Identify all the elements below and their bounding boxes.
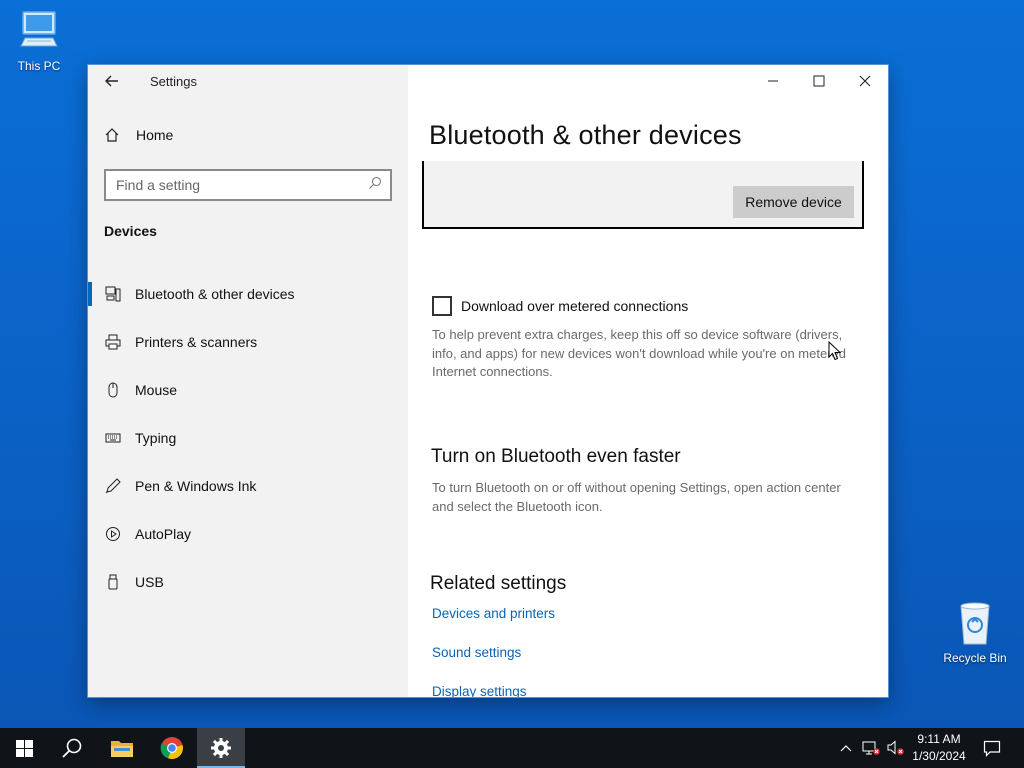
minimize-icon (768, 80, 778, 82)
folder-icon (111, 741, 133, 757)
file-explorer-button[interactable] (98, 728, 146, 768)
volume-icon (887, 740, 904, 755)
sidebar-item-label: Pen & Windows Ink (135, 478, 257, 494)
chevron-up-icon (840, 745, 852, 752)
taskbar: 9:11 AM 1/30/2024 (0, 728, 1024, 768)
desktop-icon-label: Recycle Bin (943, 651, 1007, 665)
sidebar-item-usb[interactable]: USB (88, 558, 408, 606)
maximize-button[interactable] (796, 65, 842, 97)
settings-window: Settings Home Devices Bluetooth & other … (88, 65, 888, 697)
recycle-bin-icon (940, 600, 1010, 649)
mouse-pointer-icon (828, 340, 842, 366)
close-icon (859, 75, 871, 87)
maximize-icon (813, 75, 825, 87)
windows-logo-icon (15, 739, 33, 757)
home-label: Home (136, 127, 174, 143)
gear-icon (211, 738, 231, 758)
printer-icon (104, 333, 122, 351)
section-label: Devices (104, 223, 157, 239)
sidebar-nav: Bluetooth & other devices Printers & sca… (88, 270, 408, 606)
desktop-icon-label: This PC (17, 59, 61, 73)
mouse-icon (104, 381, 122, 399)
sidebar-item-printers[interactable]: Printers & scanners (88, 318, 408, 366)
metered-checkbox[interactable] (432, 296, 452, 316)
sidebar-item-typing[interactable]: Typing (88, 414, 408, 462)
close-button[interactable] (842, 65, 888, 97)
sidebar-item-autoplay[interactable]: AutoPlay (88, 510, 408, 558)
back-arrow-icon (105, 75, 118, 87)
device-panel: Remove device (422, 161, 864, 229)
content-pane: Bluetooth & other devices Remove device … (408, 65, 888, 697)
search-icon[interactable] (368, 176, 382, 195)
sound-settings-link[interactable]: Sound settings (432, 645, 521, 660)
sidebar-item-label: USB (135, 574, 164, 590)
network-tray-button[interactable] (860, 728, 882, 768)
clock-date: 1/30/2024 (912, 749, 966, 763)
search-icon (62, 738, 82, 758)
keyboard-icon (104, 429, 122, 447)
search-box[interactable] (104, 169, 392, 201)
action-center-button[interactable] (978, 728, 1006, 768)
bluetooth-faster-description: To turn Bluetooth on or off without open… (432, 480, 841, 514)
sidebar-item-label: Mouse (135, 382, 178, 398)
sidebar-item-label: AutoPlay (135, 526, 192, 542)
start-button[interactable] (0, 728, 48, 768)
settings-taskbar-button[interactable] (197, 728, 245, 768)
chrome-icon (160, 737, 183, 760)
sidebar-item-label: Bluetooth & other devices (135, 286, 295, 302)
autoplay-icon (104, 525, 122, 543)
bluetooth-devices-icon (104, 285, 122, 303)
desktop-icon-this-pc[interactable]: This PC (4, 8, 74, 73)
bluetooth-faster-heading: Turn on Bluetooth even faster (431, 446, 681, 467)
metered-checkbox-row[interactable]: Download over metered connections (432, 296, 688, 316)
remove-device-button[interactable]: Remove device (733, 186, 854, 218)
show-hidden-icons-button[interactable] (836, 728, 856, 768)
sidebar-item-mouse[interactable]: Mouse (88, 366, 408, 414)
notification-icon (983, 740, 1001, 757)
search-input[interactable] (116, 177, 368, 193)
sidebar: Settings Home Devices Bluetooth & other … (88, 65, 408, 697)
sidebar-item-label: Printers & scanners (135, 334, 258, 350)
home-icon (104, 127, 122, 143)
computer-icon (4, 8, 74, 57)
page-title: Bluetooth & other devices (429, 120, 742, 150)
taskbar-clock[interactable]: 9:11 AM 1/30/2024 (906, 731, 972, 765)
network-icon (862, 741, 880, 755)
chrome-button[interactable] (148, 728, 196, 768)
home-link[interactable]: Home (104, 127, 173, 143)
metered-checkbox-label: Download over metered connections (461, 298, 689, 314)
usb-icon (104, 573, 122, 591)
back-button[interactable] (102, 71, 122, 91)
clock-time: 9:11 AM (917, 732, 961, 746)
sidebar-item-pen[interactable]: Pen & Windows Ink (88, 462, 408, 510)
minimize-button[interactable] (750, 65, 796, 97)
sidebar-item-label: Typing (135, 430, 177, 446)
taskbar-search-button[interactable] (48, 728, 96, 768)
metered-description: To help prevent extra charges, keep this… (432, 327, 846, 379)
desktop-icon-recycle-bin[interactable]: Recycle Bin (940, 600, 1010, 665)
app-title: Settings (150, 74, 197, 89)
pen-icon (104, 477, 122, 495)
display-settings-link[interactable]: Display settings (432, 684, 527, 697)
sidebar-item-bluetooth[interactable]: Bluetooth & other devices (88, 270, 408, 318)
volume-tray-button[interactable] (885, 728, 907, 768)
related-settings-heading: Related settings (430, 573, 567, 594)
devices-and-printers-link[interactable]: Devices and printers (432, 606, 555, 621)
